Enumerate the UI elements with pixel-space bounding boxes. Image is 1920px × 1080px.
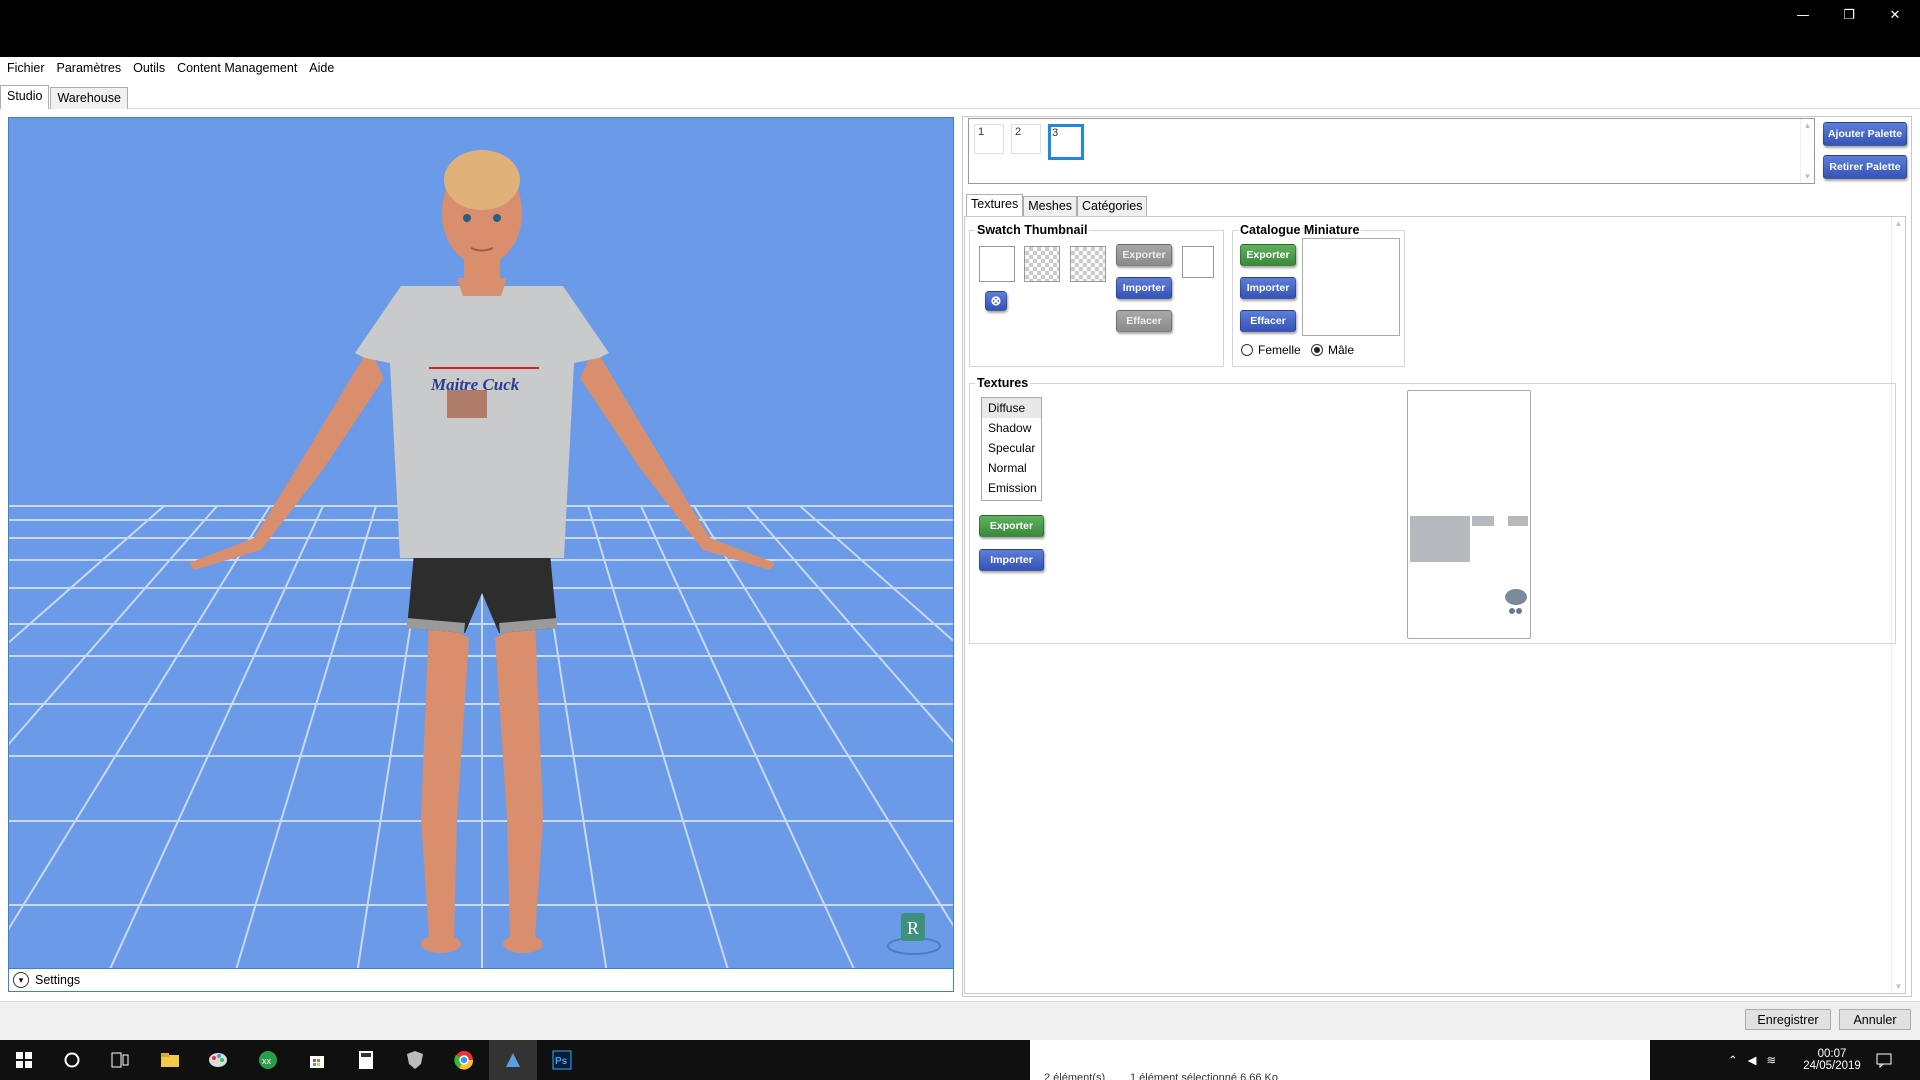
photoshop-icon[interactable]: Ps (538, 1040, 586, 1080)
palette-swatch-2[interactable]: 2 (1011, 124, 1041, 154)
save-button[interactable]: Enregistrer (1745, 1009, 1831, 1030)
gender-male-option[interactable]: Mâle (1311, 343, 1354, 357)
clock[interactable]: 00:07 24/05/2019 (1800, 1040, 1864, 1080)
gender-male-label: Mâle (1328, 343, 1355, 357)
palette-swatch-1[interactable]: 1 (974, 124, 1004, 154)
list-item[interactable]: Emission (982, 478, 1041, 498)
calculator-icon[interactable] (342, 1040, 390, 1080)
texture-preview[interactable] (1407, 390, 1531, 639)
inner-tabs: Textures Meshes Catégories (966, 194, 1148, 217)
palette-list[interactable]: 1 2 3 ▲ ▼ (968, 118, 1815, 184)
swatch-import-button[interactable]: Importer (1116, 277, 1172, 299)
scroll-down-icon[interactable]: ▼ (1804, 172, 1812, 181)
status-selected: 1 élément sélectionné 6,66 Ko (1130, 1072, 1278, 1080)
menu-bar: Fichier Paramètres Outils Content Manage… (0, 57, 1920, 79)
shield-icon[interactable] (391, 1040, 439, 1080)
store-icon[interactable] (293, 1040, 341, 1080)
catalogue-thumbnail-preview[interactable] (1302, 238, 1400, 336)
remove-palette-button[interactable]: Retirer Palette (1823, 155, 1907, 179)
tab-studio[interactable]: Studio (0, 85, 50, 109)
main-tabs: Studio Warehouse (0, 85, 129, 109)
wifi-icon[interactable]: ≋ (1767, 1053, 1777, 1067)
scroll-up-icon[interactable]: ▲ (1804, 121, 1812, 130)
shirt-photo (447, 390, 487, 418)
textures-title: Textures (975, 376, 1031, 390)
paint-icon[interactable] (194, 1040, 242, 1080)
corner-logo-letter: R (907, 918, 919, 938)
tab-categories[interactable]: Catégories (1077, 196, 1148, 217)
texture-export-button[interactable]: Exporter (979, 515, 1044, 537)
task-view-icon[interactable] (96, 1040, 144, 1080)
gender-female-label: Femelle (1258, 343, 1301, 357)
scene-svg: Maitre Cuck R (9, 150, 953, 991)
list-item[interactable]: Diffuse (982, 398, 1041, 418)
system-tray[interactable]: ⌃ ◀ ≋ (1728, 1040, 1776, 1080)
tab-warehouse[interactable]: Warehouse (50, 87, 128, 109)
swatch-export-button[interactable]: Exporter (1116, 244, 1172, 266)
list-item[interactable]: Normal (982, 458, 1041, 478)
close-button[interactable]: ✕ (1872, 0, 1918, 30)
clock-time: 00:07 (1817, 1048, 1847, 1060)
swatch-preview-1[interactable] (979, 246, 1015, 282)
svg-text:xx: xx (262, 1056, 272, 1066)
menu-content-management[interactable]: Content Management (172, 61, 302, 75)
volume-icon[interactable]: ◀ (1748, 1053, 1757, 1067)
swatch-preview-2[interactable] (1024, 246, 1060, 282)
swatch-thumbnail-title: Swatch Thumbnail (975, 223, 1090, 237)
explorer-status-strip: 2 élément(s) 1 élément sélectionné 6,66 … (1030, 1040, 1650, 1080)
chevron-down-icon: ▾ (13, 972, 29, 988)
radio-female[interactable] (1241, 344, 1253, 356)
dialog-footer (0, 1001, 1920, 1040)
palette-scrollbar[interactable]: ▲ ▼ (1800, 119, 1814, 183)
chevron-up-icon[interactable]: ⌃ (1728, 1053, 1738, 1067)
svg-text:Ps: Ps (555, 1056, 568, 1067)
menu-parametres[interactable]: Paramètres (52, 61, 127, 75)
gender-female-option[interactable]: Femelle (1241, 343, 1301, 357)
scroll-up-icon[interactable]: ▲ (1895, 219, 1903, 228)
restore-button[interactable]: ❐ (1826, 0, 1872, 30)
texture-type-list[interactable]: Diffuse Shadow Specular Normal Emission (981, 397, 1042, 501)
corner-logo: R (887, 913, 941, 955)
settings-expander[interactable]: ▾ Settings (8, 968, 954, 992)
palette-swatch-3[interactable]: 3 (1048, 124, 1084, 160)
cortana-icon[interactable] (48, 1040, 96, 1080)
clock-date: 24/05/2019 (1803, 1060, 1861, 1072)
texture-import-button[interactable]: Importer (979, 549, 1044, 571)
catalogue-import-button[interactable]: Importer (1240, 277, 1296, 299)
texture-atlas-preview (1410, 516, 1528, 614)
minimize-button[interactable]: — (1780, 0, 1826, 30)
menu-fichier[interactable]: Fichier (2, 61, 50, 75)
add-palette-button[interactable]: Ajouter Palette (1823, 122, 1907, 146)
radio-male[interactable] (1311, 344, 1323, 356)
list-item[interactable]: Specular (982, 438, 1041, 458)
status-items: 2 élément(s) (1044, 1072, 1106, 1080)
3d-viewport[interactable]: Maitre Cuck R (8, 117, 954, 992)
cancel-button[interactable]: Annuler (1839, 1009, 1911, 1030)
list-item[interactable]: Shadow (982, 418, 1041, 438)
scroll-down-icon[interactable]: ▼ (1895, 982, 1903, 991)
start-icon[interactable] (0, 1040, 48, 1080)
notification-icon[interactable] (1876, 1040, 1892, 1080)
sims-studio-icon[interactable] (489, 1040, 537, 1080)
catalogue-miniature-title: Catalogue Miniature (1238, 223, 1362, 237)
catalogue-clear-button[interactable]: Effacer (1240, 310, 1296, 332)
app-icon[interactable]: xx (244, 1040, 292, 1080)
tab-textures[interactable]: Textures (966, 194, 1024, 217)
menu-outils[interactable]: Outils (128, 61, 170, 75)
chrome-icon[interactable] (440, 1040, 488, 1080)
shirt-logo-text: Maitre Cuck (430, 375, 520, 394)
tab-meshes[interactable]: Meshes (1023, 196, 1078, 217)
swatch-preview-3[interactable] (1070, 246, 1106, 282)
swatch-color-box[interactable] (1182, 246, 1214, 278)
swatch-clear-button[interactable]: Effacer (1116, 310, 1172, 332)
settings-label: Settings (35, 973, 81, 987)
catalogue-export-button[interactable]: Exporter (1240, 244, 1296, 266)
file-explorer-icon[interactable] (146, 1040, 194, 1080)
remove-swatch-icon[interactable]: ⊗ (985, 291, 1007, 311)
title-bar (0, 0, 1920, 57)
menu-aide[interactable]: Aide (304, 61, 339, 75)
